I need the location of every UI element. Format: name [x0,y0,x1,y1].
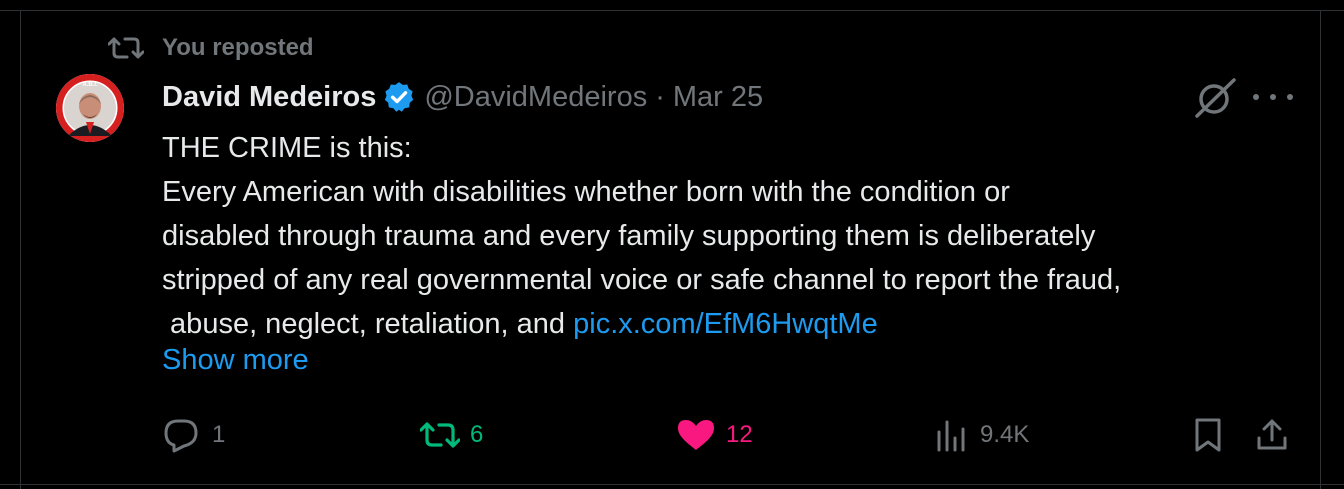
tweet-line-5-text: abuse, neglect, retaliation, and [162,308,574,340]
avatar[interactable]: A.B.I. [56,74,124,142]
heart-icon [678,420,714,450]
top-divider [0,10,1344,11]
tweet-line-1: THE CRIME is this: [162,132,412,164]
author-name[interactable]: David Medeiros [162,81,376,114]
tweet-line-5: abuse, neglect, retaliation, and pic.x.c… [162,302,1302,346]
verified-badge-icon[interactable] [382,80,416,114]
tweet-line-3: disabled through trauma and every family… [162,220,1096,252]
tweet-line-4: stripped of any real governmental voice … [162,264,1122,296]
like-button[interactable]: 12 [676,412,753,458]
tweet-text: THE CRIME is this: Every American with d… [162,126,1302,346]
repost-icon [420,422,460,448]
social-context[interactable]: You reposted [108,32,314,64]
views-button[interactable]: 9.4K [934,412,1029,458]
repost-button[interactable]: 6 [420,412,483,458]
reply-count: 1 [212,421,226,448]
views-count: 9.4K [980,421,1030,448]
bookmark-button[interactable] [1190,412,1226,458]
bottom-divider [0,484,1344,485]
tweet-date[interactable]: Mar 25 [673,81,763,114]
reply-button[interactable]: 1 [162,412,225,458]
repost-count: 6 [470,421,484,448]
more-icon[interactable] [1253,84,1293,110]
svg-text:A.B.I.: A.B.I. [82,82,98,88]
show-more-link[interactable]: Show more [162,344,309,377]
tweet-line-2: Every American with disabilities whether… [162,176,1010,208]
author-handle[interactable]: @DavidMedeiros [424,81,647,114]
action-bar: 1 6 12 9.4K [0,412,1344,458]
repost-label: You reposted [162,34,314,61]
share-button[interactable] [1254,412,1290,458]
reply-icon [164,419,198,453]
tweet-header: David Medeiros @DavidMedeiros · Mar 25 [162,77,763,117]
bookmark-icon [1195,418,1221,452]
like-count: 12 [726,421,753,448]
share-icon [1257,419,1287,450]
avatar-image: A.B.I. [56,74,124,142]
grok-icon[interactable] [1190,76,1240,120]
separator-dot: · [655,80,665,113]
media-link[interactable]: pic.x.com/EfM6HwqtMe [573,308,878,340]
repost-icon [108,37,144,59]
views-icon [937,420,965,452]
